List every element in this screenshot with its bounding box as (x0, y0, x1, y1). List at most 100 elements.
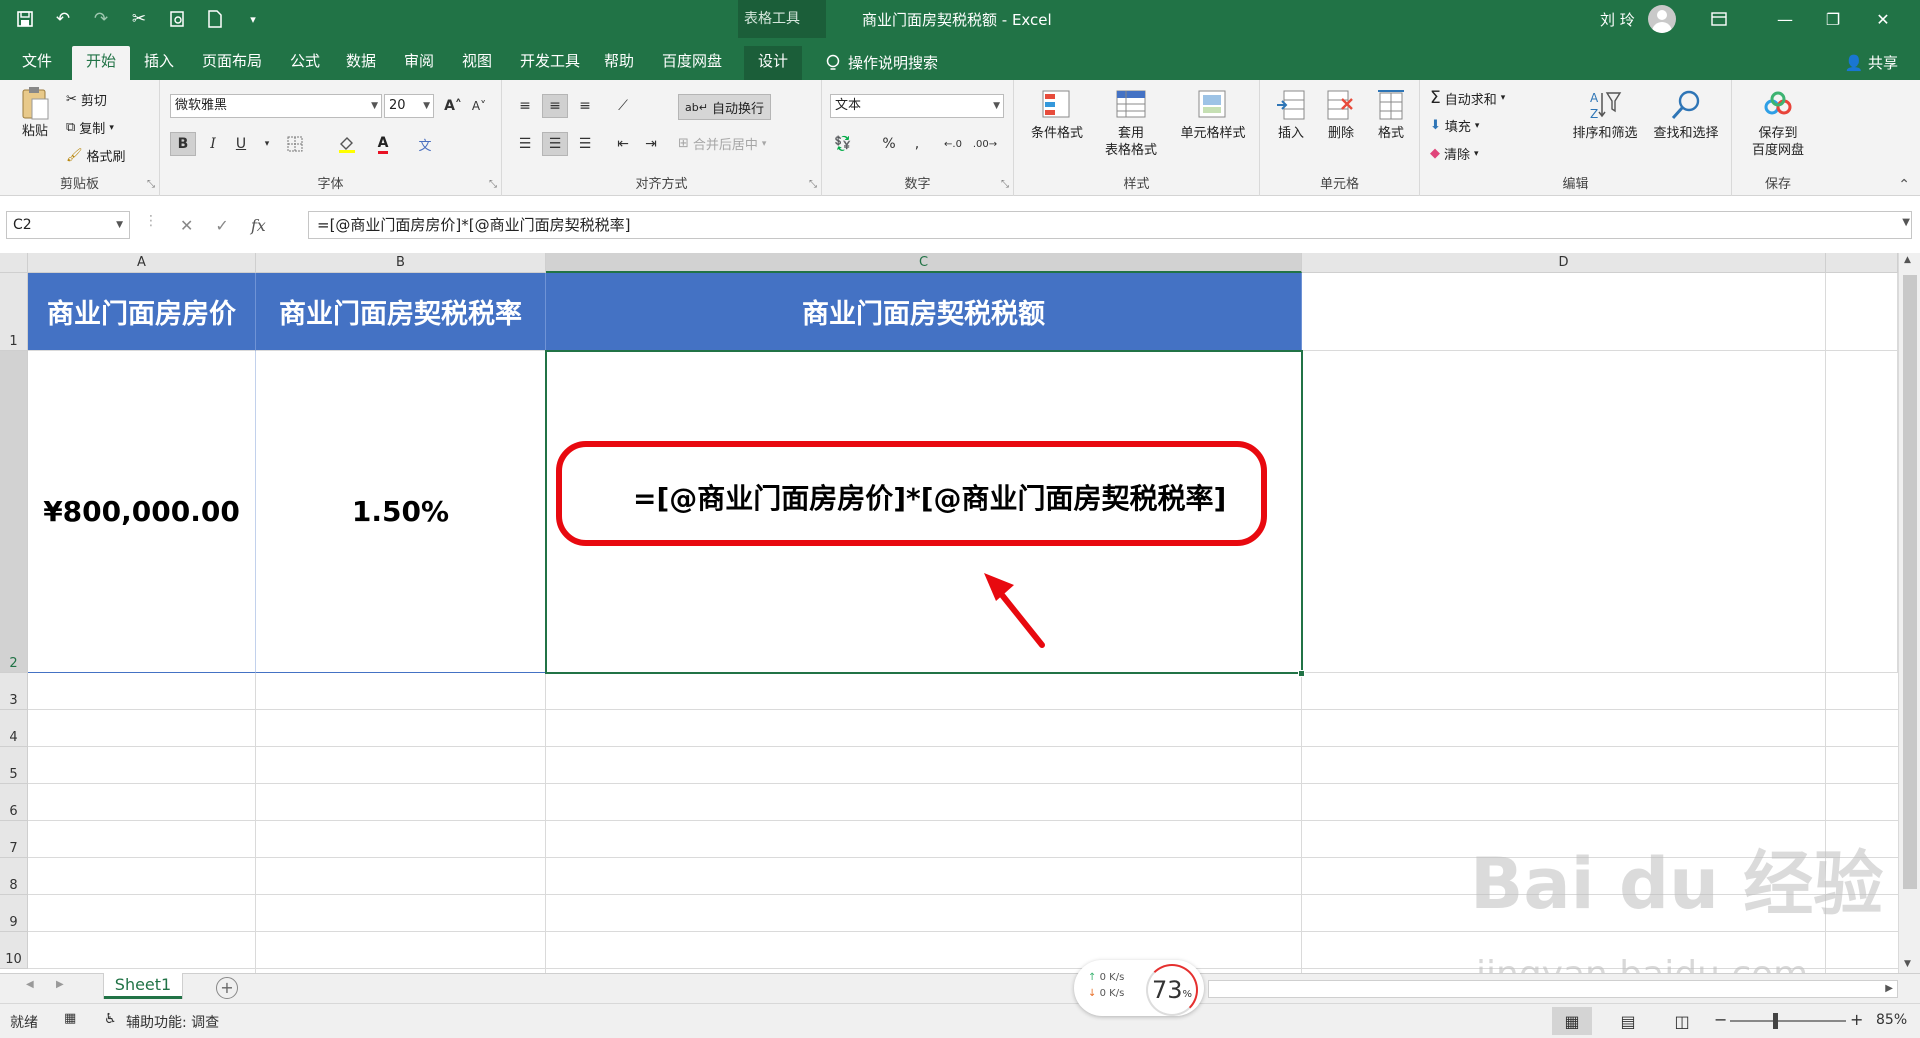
macro-record-icon[interactable]: ▦ (64, 1011, 76, 1026)
normal-view-icon[interactable]: ▦ (1552, 1007, 1592, 1035)
zoom-slider-track[interactable] (1730, 1020, 1846, 1022)
align-left-icon[interactable]: ☰ (512, 132, 538, 156)
scissors-icon[interactable]: ✂ (122, 4, 156, 34)
status-accessibility[interactable]: 辅助功能: 调查 (126, 1012, 219, 1032)
avatar[interactable] (1648, 5, 1676, 33)
network-speed-widget[interactable]: ↑ 0 K/s ↓ 0 K/s 73% (1074, 960, 1204, 1016)
scroll-down-icon[interactable]: ▼ (1904, 959, 1911, 969)
minimize-icon[interactable]: — (1762, 4, 1808, 34)
redo-icon[interactable]: ↷ (84, 4, 118, 34)
row-header-6[interactable]: 6 (0, 784, 28, 821)
page-break-view-icon[interactable]: ◫ (1662, 1007, 1702, 1035)
tab-help[interactable]: 帮助 (590, 46, 648, 80)
insert-function-icon[interactable]: fx (251, 216, 266, 235)
bold-button[interactable]: B (170, 132, 196, 156)
tab-data[interactable]: 数据 (332, 46, 390, 80)
save-to-baidu-button[interactable]: 保存到 百度网盘 (1738, 88, 1818, 159)
chevron-down-icon[interactable]: ▾ (254, 132, 280, 156)
format-as-table-button[interactable]: 套用 表格格式 (1094, 88, 1168, 159)
undo-icon[interactable]: ↶ (46, 4, 80, 34)
underline-button[interactable]: U (228, 132, 254, 156)
horizontal-scrollbar[interactable]: ▶ (1208, 980, 1898, 998)
tab-baidu-netdisk[interactable]: 百度网盘 (648, 46, 736, 80)
decrease-decimal-icon[interactable]: .00→ (972, 132, 998, 156)
font-size-select[interactable]: 20 ▼ (384, 94, 434, 118)
wrap-text-button[interactable]: ab↵ 自动换行 (678, 94, 771, 120)
cell-d2[interactable] (1302, 351, 1826, 673)
cell-e1[interactable] (1826, 273, 1898, 351)
scroll-right-icon[interactable]: ▶ (1885, 983, 1893, 994)
fill-color-icon[interactable] (334, 132, 360, 156)
increase-decimal-icon[interactable]: ←.0 (940, 132, 966, 156)
comma-style-icon[interactable]: , (904, 132, 930, 156)
row-header-7[interactable]: 7 (0, 821, 28, 858)
borders-icon[interactable] (282, 132, 308, 156)
align-middle-icon[interactable]: ≡ (542, 94, 568, 118)
grow-font-button[interactable]: A ˄ (440, 94, 466, 118)
italic-button[interactable]: I (200, 132, 226, 156)
add-sheet-icon[interactable]: + (216, 977, 238, 999)
row-header-1[interactable]: 1 (0, 273, 28, 351)
format-painter-button[interactable]: 🖌 格式刷 (66, 146, 126, 165)
align-right-icon[interactable]: ☰ (572, 132, 598, 156)
tab-review[interactable]: 审阅 (390, 46, 448, 80)
select-all-button[interactable] (0, 253, 28, 273)
tell-me-search[interactable]: 操作说明搜索 (826, 52, 938, 73)
dialog-launcher-icon[interactable]: ⤡ (809, 179, 817, 190)
orientation-icon[interactable]: ⟋ (610, 94, 636, 118)
number-format-select[interactable]: 文本 ▼ (830, 94, 1004, 118)
copy-button[interactable]: ⧉ 复制 ▾ (66, 118, 114, 137)
print-preview-icon[interactable] (160, 4, 194, 34)
tab-formulas[interactable]: 公式 (276, 46, 334, 80)
increase-indent-icon[interactable]: ⇥ (638, 132, 664, 156)
tab-insert[interactable]: 插入 (130, 46, 188, 80)
font-name-select[interactable]: 微软雅黑 ▼ (170, 94, 382, 118)
customize-qat-icon[interactable]: ▾ (236, 4, 270, 34)
cell-d1[interactable] (1302, 273, 1826, 351)
conditional-formatting-button[interactable]: 条件格式 (1020, 88, 1094, 142)
row-header-5[interactable]: 5 (0, 747, 28, 784)
table-header-tax-rate[interactable]: 商业门面房契税税率 (256, 273, 546, 351)
tab-view[interactable]: 视图 (448, 46, 506, 80)
row-header-4[interactable]: 4 (0, 710, 28, 747)
share-button[interactable]: 👤 共享 (1845, 52, 1898, 73)
tab-design[interactable]: 设计 (744, 46, 803, 80)
clear-button[interactable]: ◆ 清除 ▾ (1430, 144, 1479, 163)
table-header-tax-amount[interactable]: 商业门面房契税税额 (546, 273, 1302, 351)
column-header-a[interactable]: A (28, 253, 256, 273)
tab-home[interactable]: 开始 (72, 46, 131, 80)
delete-cells-button[interactable]: 删除 (1316, 88, 1366, 142)
merge-center-button[interactable]: ⊞ 合并后居中 ▾ (678, 134, 766, 153)
close-icon[interactable]: ✕ (1860, 4, 1906, 34)
zoom-level[interactable]: 85% (1876, 1012, 1907, 1028)
cell-house-price-value[interactable]: ¥800,000.00 (28, 351, 256, 673)
align-center-icon[interactable]: ☰ (542, 132, 568, 156)
row-header-3[interactable]: 3 (0, 673, 28, 710)
scroll-prev-sheet-icon[interactable]: ◀ (26, 979, 34, 990)
format-cells-button[interactable]: 格式 (1366, 88, 1416, 142)
save-icon[interactable] (8, 4, 42, 34)
dialog-launcher-icon[interactable]: ⤡ (1001, 179, 1009, 190)
tab-page-layout[interactable]: 页面布局 (188, 46, 276, 80)
vertical-scrollbar[interactable]: ▲ ▼ (1898, 253, 1920, 973)
find-select-button[interactable]: 查找和选择 (1644, 88, 1728, 142)
restore-icon[interactable]: ❐ (1810, 4, 1856, 34)
sort-filter-button[interactable]: AZ 排序和筛选 (1564, 88, 1646, 142)
column-header-e[interactable] (1826, 253, 1898, 273)
tab-file[interactable]: 文件 (8, 46, 66, 80)
cell-styles-button[interactable]: 单元格样式 (1170, 88, 1256, 142)
cell-tax-rate-value[interactable]: 1.50% (256, 351, 546, 673)
tab-developer[interactable]: 开发工具 (506, 46, 594, 80)
accounting-format-icon[interactable]: 💱 (830, 132, 856, 156)
row-header-8[interactable]: 8 (0, 858, 28, 895)
align-top-icon[interactable]: ≡ (512, 94, 538, 118)
formula-input[interactable]: =[@商业门面房房价]*[@商业门面房契税税率] (308, 211, 1912, 239)
ribbon-display-options-icon[interactable] (1696, 4, 1742, 34)
percent-style-button[interactable]: % (876, 132, 902, 156)
page-layout-view-icon[interactable]: ▤ (1608, 1007, 1648, 1035)
collapse-ribbon-icon[interactable]: ⌃ (1898, 177, 1910, 193)
expand-formula-bar-icon[interactable]: ▼ (1902, 217, 1910, 228)
column-header-b[interactable]: B (256, 253, 546, 273)
table-header-house-price[interactable]: 商业门面房房价 (28, 273, 256, 351)
vertical-scroll-thumb[interactable] (1903, 275, 1917, 889)
